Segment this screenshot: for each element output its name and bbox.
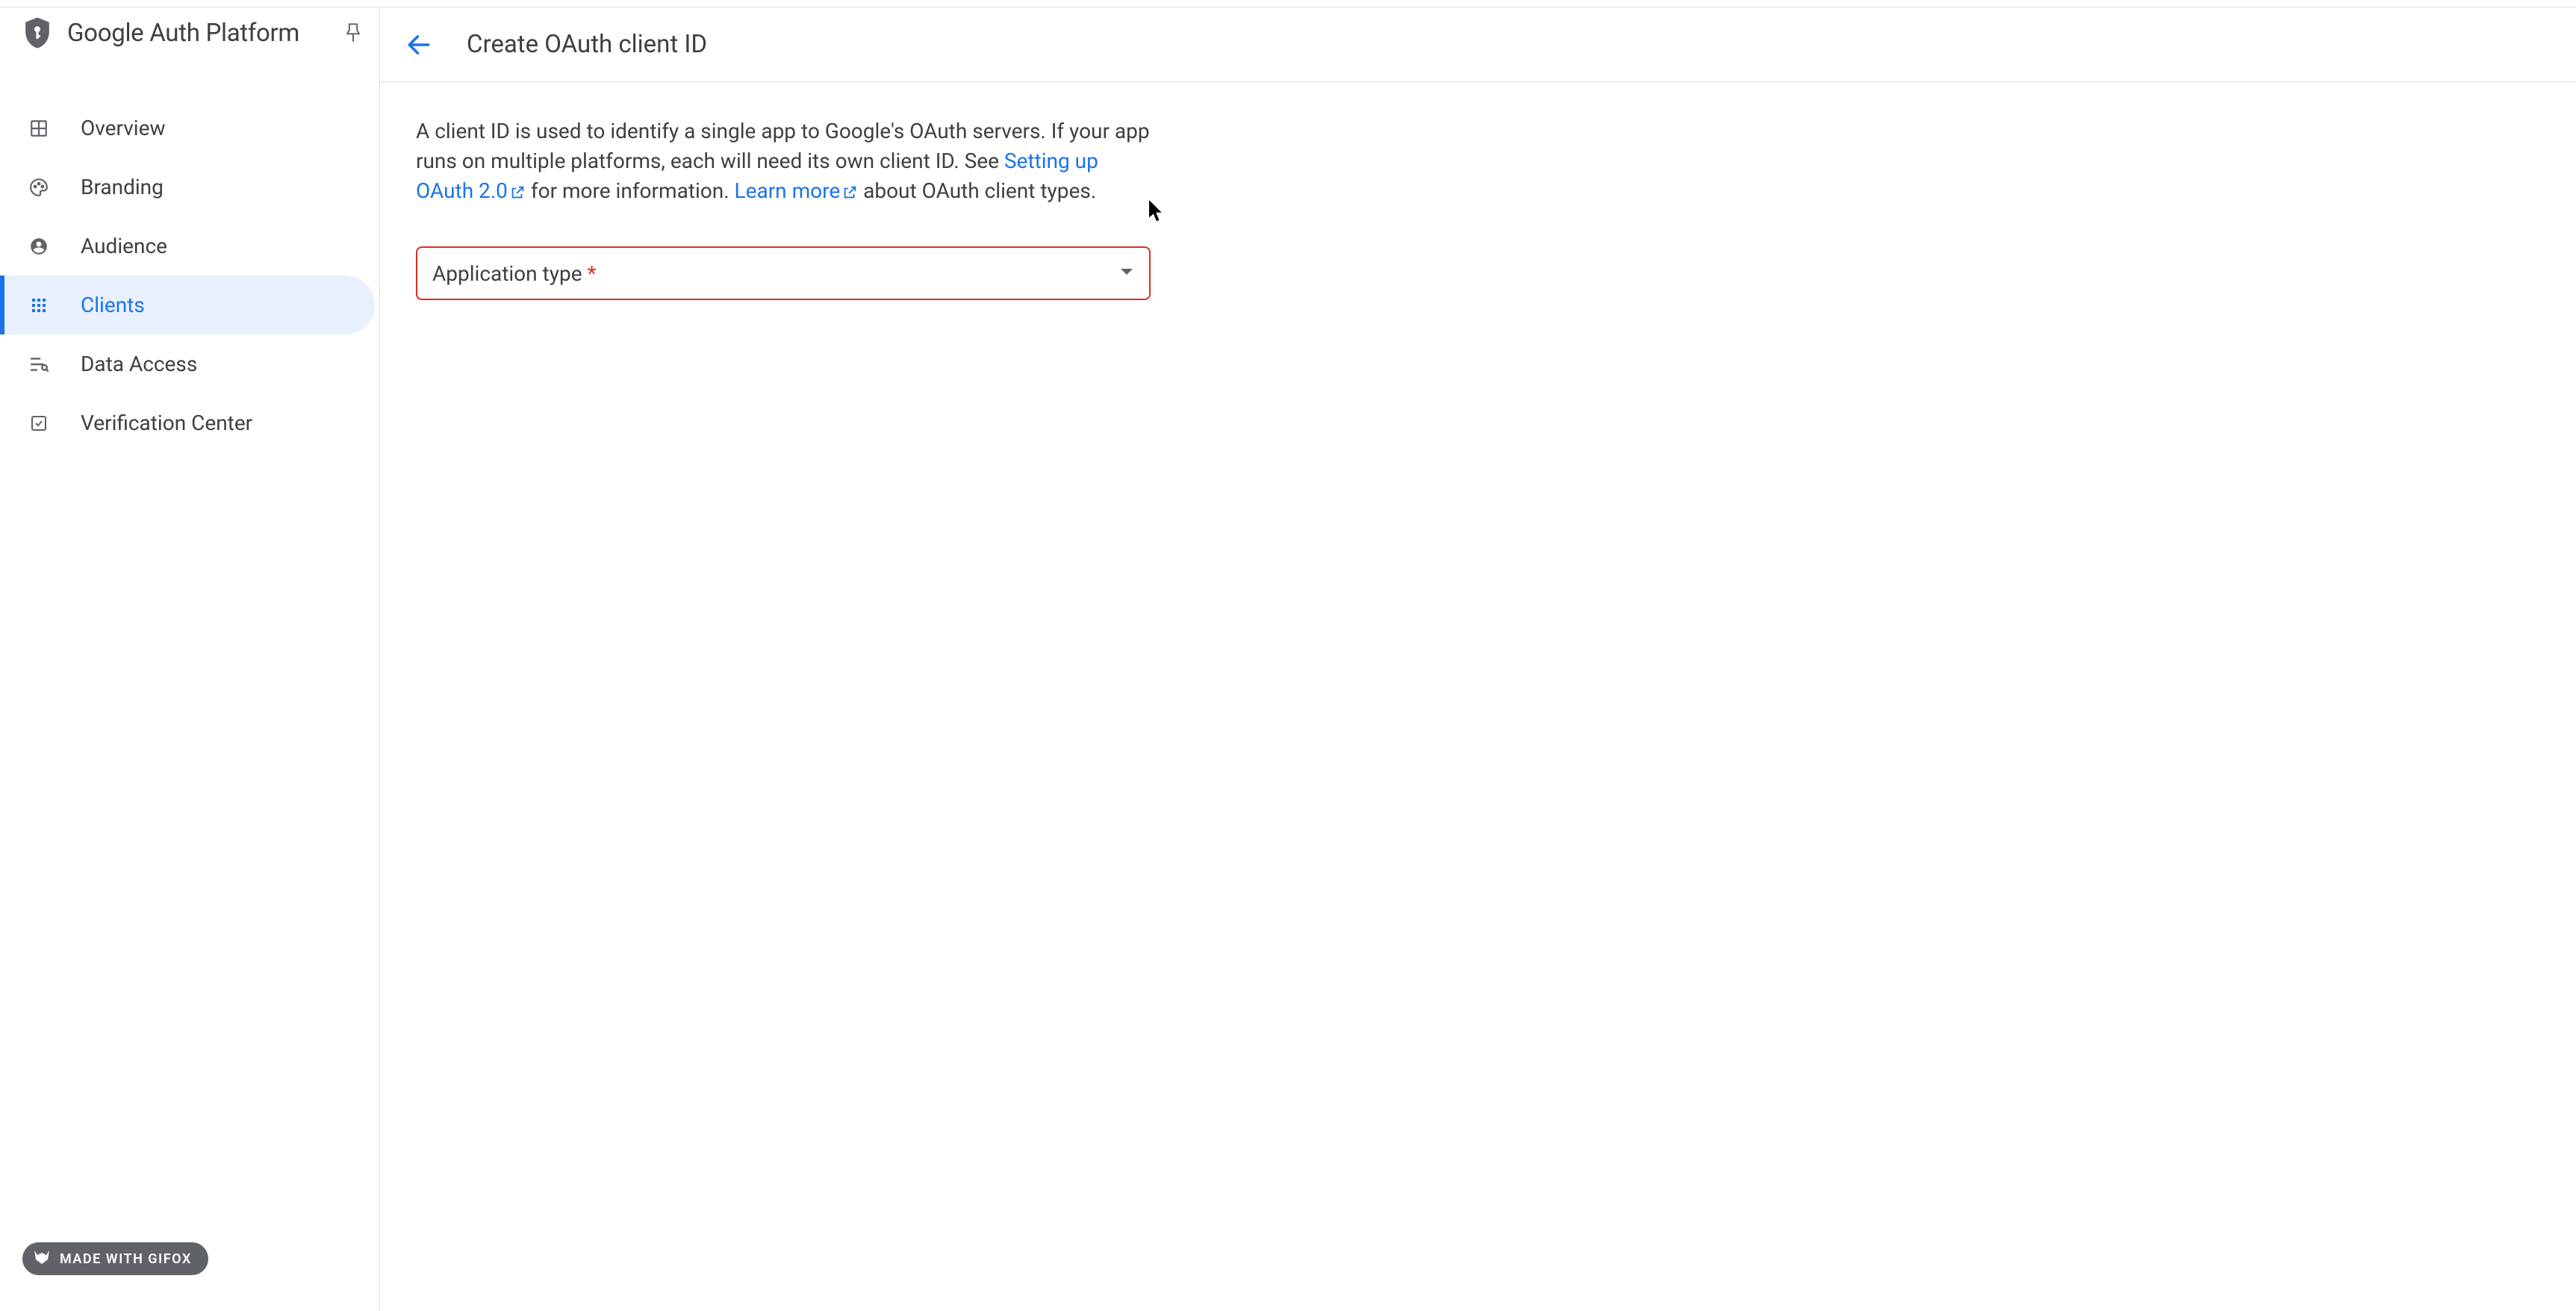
made-with-gifox-badge[interactable]: MADE WITH GIFOX [22, 1242, 208, 1275]
learn-more-link[interactable]: Learn more [735, 178, 859, 203]
nav-label: Overview [81, 116, 166, 140]
back-button[interactable] [402, 28, 435, 61]
dashboard-icon [28, 118, 49, 139]
shield-key-icon [22, 18, 52, 48]
nav-label: Clients [81, 293, 145, 317]
top-divider [0, 0, 2576, 7]
sidebar-item-audience[interactable]: Audience [0, 217, 379, 275]
external-link-icon [509, 184, 526, 201]
desc-text-2: for more information. [526, 178, 735, 203]
application-type-select[interactable]: Application type * [416, 246, 1151, 300]
nav-label: Verification Center [81, 411, 252, 435]
select-label: Application type * [432, 261, 597, 286]
nav-label: Audience [81, 234, 167, 258]
main-header: Create OAuth client ID [380, 7, 2576, 82]
external-link-icon [841, 184, 858, 201]
check-square-icon [28, 413, 49, 434]
page-title: Create OAuth client ID [467, 30, 707, 59]
fox-icon [33, 1249, 51, 1269]
pin-icon[interactable] [343, 23, 363, 43]
sidebar-item-data-access[interactable]: Data Access [0, 334, 379, 393]
sidebar-item-clients[interactable]: Clients [0, 275, 375, 334]
nav-label: Data Access [81, 352, 197, 376]
nav-list: Overview Branding [0, 63, 379, 452]
platform-title: Google Auth Platform [67, 19, 299, 48]
sidebar-item-branding[interactable]: Branding [0, 158, 379, 217]
desc-text-3: about OAuth client types. [858, 178, 1096, 203]
palette-icon [28, 177, 49, 198]
nav-label: Branding [81, 175, 164, 199]
sidebar-item-overview[interactable]: Overview [0, 99, 379, 158]
main-content: Create OAuth client ID A client ID is us… [380, 7, 2576, 1311]
content-area: A client ID is used to identify a single… [380, 82, 1186, 334]
sidebar: Google Auth Platform Overview [0, 7, 380, 1311]
sidebar-header: Google Auth Platform [0, 7, 379, 63]
filter-icon [28, 354, 49, 375]
apps-icon [28, 295, 49, 316]
badge-text: MADE WITH GIFOX [60, 1251, 192, 1267]
account-icon [28, 236, 49, 257]
description-text: A client ID is used to identify a single… [416, 116, 1151, 206]
sidebar-item-verification-center[interactable]: Verification Center [0, 393, 379, 452]
dropdown-arrow-icon [1119, 267, 1134, 279]
